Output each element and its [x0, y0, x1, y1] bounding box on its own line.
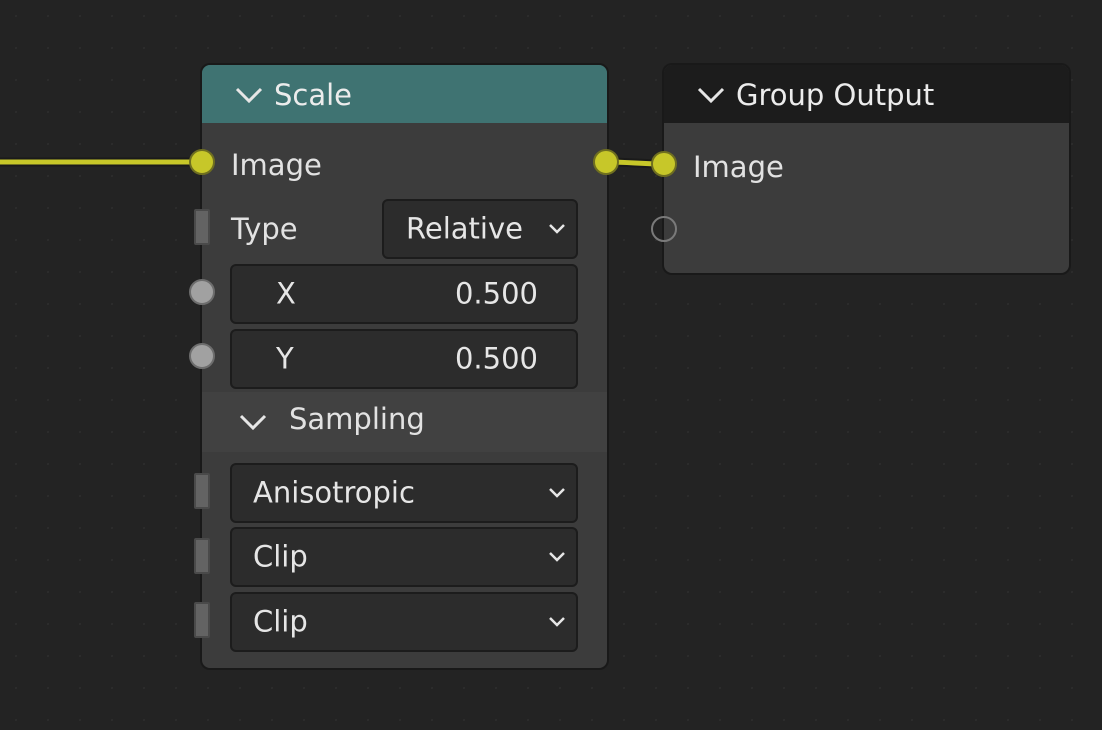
x-input-socket[interactable]: [189, 279, 215, 305]
image-input-label: Image: [231, 148, 322, 182]
group-output-node-header[interactable]: Group Output: [664, 65, 1069, 123]
scale-image-output-socket[interactable]: [593, 149, 619, 175]
chevron-down-icon[interactable]: [234, 85, 264, 105]
group-output-node-title: Group Output: [736, 78, 935, 112]
scale-node-header[interactable]: Scale: [202, 65, 607, 123]
scale-image-input-socket[interactable]: [189, 149, 215, 175]
extension-y-value: Clip: [253, 604, 308, 639]
sampling-panel-header[interactable]: Sampling: [202, 392, 607, 452]
extension-x-dropdown[interactable]: Clip: [230, 527, 578, 587]
x-field-label: X: [276, 276, 296, 311]
filter-dropdown[interactable]: Anisotropic: [230, 463, 578, 523]
extension-y-input-socket[interactable]: [194, 602, 210, 638]
type-dropdown[interactable]: Relative: [382, 199, 578, 259]
x-value-field[interactable]: X 0.500: [230, 264, 578, 324]
y-field-label: Y: [276, 341, 294, 376]
type-input-socket[interactable]: [194, 209, 210, 245]
extension-x-input-socket[interactable]: [194, 538, 210, 574]
type-label: Type: [231, 212, 298, 246]
chevron-down-icon[interactable]: [696, 85, 726, 105]
group-output-image-input-socket[interactable]: [651, 151, 677, 177]
scale-node[interactable]: Scale Image Type Relative X 0.500 Y 0.50…: [200, 63, 609, 670]
chevron-down-icon: [549, 617, 565, 627]
chevron-down-icon: [549, 224, 565, 234]
y-field-value: 0.500: [454, 341, 538, 376]
extension-x-value: Clip: [253, 539, 308, 574]
chevron-down-icon[interactable]: [238, 412, 268, 432]
group-output-image-label: Image: [693, 150, 784, 184]
sampling-panel-label: Sampling: [289, 402, 425, 436]
chevron-down-icon: [549, 552, 565, 562]
group-output-node[interactable]: Group Output Image: [662, 63, 1071, 275]
y-input-socket[interactable]: [189, 343, 215, 369]
extension-y-dropdown[interactable]: Clip: [230, 592, 578, 652]
group-output-empty-input-socket[interactable]: [651, 216, 677, 242]
filter-input-socket[interactable]: [194, 473, 210, 509]
filter-dropdown-value: Anisotropic: [253, 475, 415, 510]
chevron-down-icon: [549, 488, 565, 498]
y-value-field[interactable]: Y 0.500: [230, 329, 578, 389]
type-dropdown-value: Relative: [406, 211, 523, 246]
x-field-value: 0.500: [454, 276, 538, 311]
scale-node-title: Scale: [274, 78, 353, 112]
